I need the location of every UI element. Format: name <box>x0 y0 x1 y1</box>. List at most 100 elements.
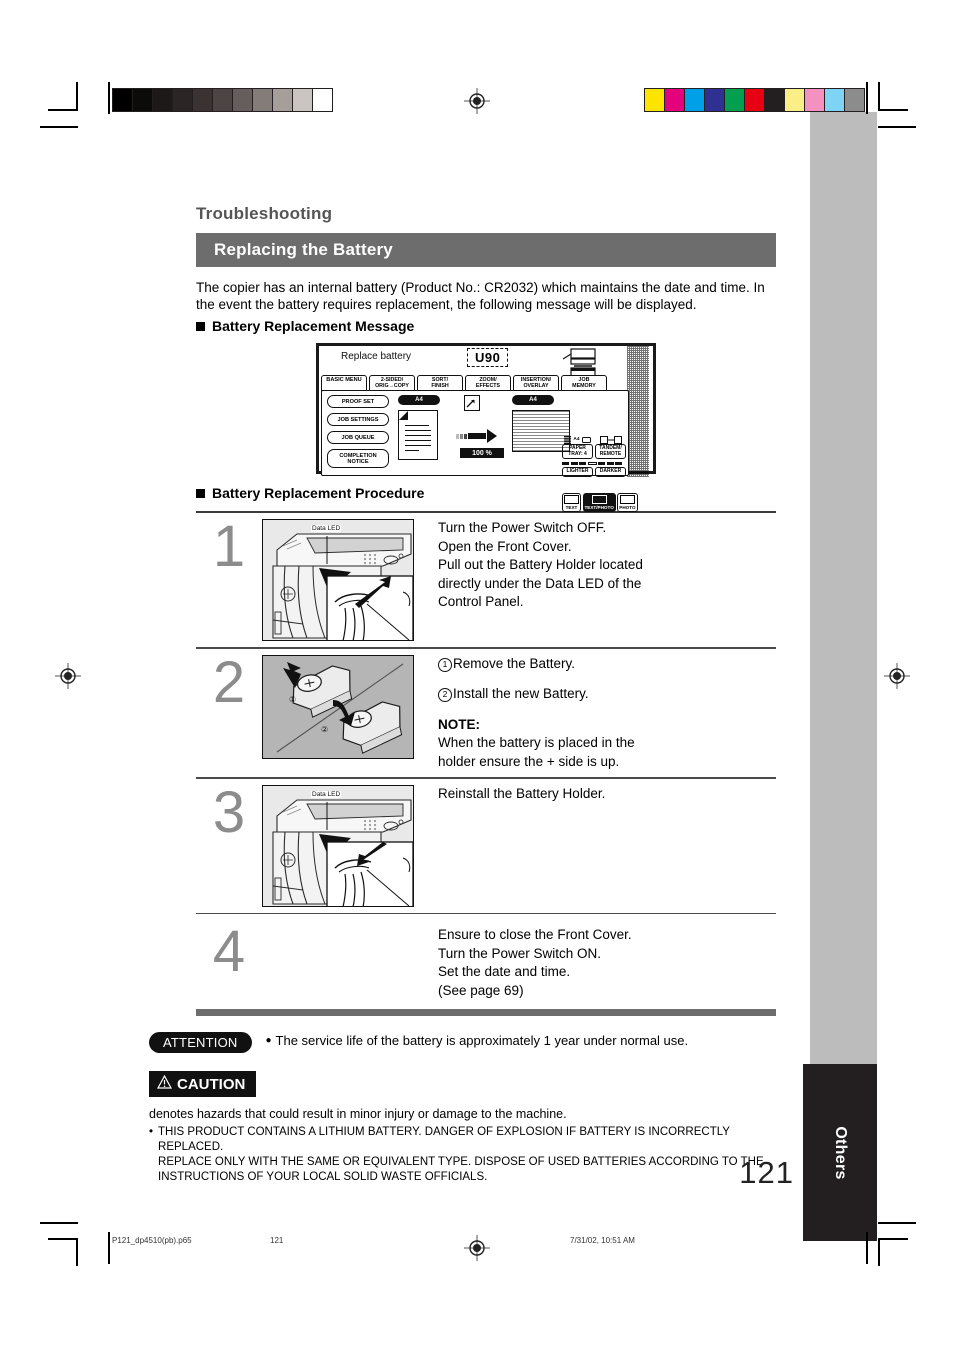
step-instructions: Turn the Power Switch OFF. Open the Fron… <box>416 519 776 612</box>
zoom-arrow-group: 100 % <box>456 429 512 458</box>
lcd-tab-4[interactable]: INSERTION/ OVERLAY <box>513 375 559 392</box>
grayscale-swatch <box>113 89 133 111</box>
step-item-2-text: Install the new Battery. <box>453 686 589 702</box>
density-track[interactable] <box>562 462 626 465</box>
rotation-icon <box>464 395 480 411</box>
lcd-tab-0[interactable]: BASIC MENU <box>321 375 367 392</box>
intro-paragraph: The copier has an internal battery (Prod… <box>196 280 765 312</box>
step-line: Turn the Power Switch ON. <box>438 945 602 961</box>
crop-mark-tl-corner-h <box>48 109 78 111</box>
section-gray-band <box>810 112 877 1142</box>
figure-label-data-led: Data LED <box>311 525 342 532</box>
lcd-tab-2[interactable]: SORT/ FINISH <box>417 375 463 392</box>
section-tab-others: Others <box>803 1064 877 1241</box>
darker-button[interactable]: DARKER <box>595 467 626 477</box>
zoom-ratio-pill[interactable]: 100 % <box>460 448 504 458</box>
lighter-button[interactable]: LIGHTER <box>562 467 593 477</box>
paper-tray-button[interactable]: PAPER TRAY: 4 <box>562 444 593 459</box>
lighter-label: LIGHTER <box>566 468 589 474</box>
grayscale-swatch <box>213 89 233 111</box>
step-line: Open the Front Cover. <box>438 538 572 554</box>
section-tab-label: Others <box>832 1125 849 1180</box>
mode-glyph-icon <box>564 494 579 504</box>
lcd-mode-button-1[interactable]: TEXT/PHOTO <box>582 492 616 512</box>
grayscale-swatch <box>153 89 173 111</box>
lcd-tab-bar[interactable]: BASIC MENU 2-SIDED/ ORIG→COPY SORT/ FINISH… <box>321 375 607 392</box>
color-swatch <box>765 89 785 111</box>
procedure-step: 1 Data LED Turn the Power Switch OFF. Op… <box>196 513 776 647</box>
step-item-1: 1 Remove the Battery. <box>438 655 776 674</box>
step-item-2: 2 Install the new Battery. <box>438 685 776 704</box>
lcd-status-message: Replace battery <box>341 351 412 362</box>
machine-illustration: Data LED <box>262 784 414 907</box>
procedure-table: 1 Data LED Turn the Power Switch OFF. Op… <box>196 511 776 1017</box>
lcd-tab-5[interactable]: JOB MEMORY <box>561 375 607 392</box>
crop-mark-tl-bleed-h <box>40 126 78 128</box>
color-swatch <box>665 89 685 111</box>
lcd-tab-3[interactable]: ZOOM/ EFFECTS <box>465 375 511 392</box>
lcd-mode-row[interactable]: TEXT TEXT/PHOTO PHOTO <box>562 492 638 512</box>
step-line: Set the date and time. <box>438 964 571 980</box>
machine-illustration: Data LED <box>262 519 414 641</box>
lcd-tab-1[interactable]: 2-SIDED/ ORIG→COPY <box>369 375 415 392</box>
grayscale-swatch <box>313 89 332 111</box>
darker-label: DARKER <box>599 468 622 474</box>
step-number: 2 <box>212 649 246 715</box>
mode-label: PHOTO <box>619 504 636 510</box>
lcd-mode-button-2[interactable]: PHOTO <box>617 492 638 512</box>
step-number: 1 <box>212 514 246 579</box>
crop-mark-tl-v <box>108 82 110 114</box>
bullet-square-icon <box>196 488 205 498</box>
mode-glyph-icon <box>591 494 607 504</box>
color-swatch <box>725 89 745 111</box>
lcd-left-button-2[interactable]: JOB QUEUE <box>327 431 389 444</box>
tray-stack-icon <box>564 435 572 444</box>
original-size-pill[interactable]: A4 <box>398 395 440 405</box>
lcd-original-group: A4 <box>398 395 440 460</box>
lcd-left-button-1[interactable]: JOB SETTINGS <box>327 413 389 426</box>
note-line: holder ensure the + side is up. <box>438 753 620 769</box>
lcd-right-panel: A4 PAPER TRAY: 4 TANDEM/ REMOTE LIGHTER … <box>562 435 638 519</box>
grayscale-swatch <box>253 89 273 111</box>
grayscale-swatch <box>173 89 193 111</box>
crop-mark-bl-bleed-h <box>40 1222 78 1224</box>
footer-page: 121 <box>270 1236 284 1245</box>
registration-mark-right <box>884 663 910 689</box>
step-line: Pull out the Battery Holder located <box>438 557 643 572</box>
step-line: Reinstall the Battery Holder. <box>438 785 606 801</box>
page-content: Troubleshooting Replacing the Battery Th… <box>149 204 776 1185</box>
lcd-mode-button-0[interactable]: TEXT <box>562 492 581 512</box>
mode-label: TEXT <box>565 504 578 510</box>
attention-text: The service life of the battery is appro… <box>275 1033 689 1049</box>
lcd-left-button-0[interactable]: PROOF SET <box>327 395 389 408</box>
note-line: When the battery is placed in the <box>438 735 635 751</box>
callout-circle-1: 1 <box>438 657 452 672</box>
procedure-step: 4 Ensure to close the Front Cover. Turn … <box>196 914 776 1006</box>
step-instructions: Ensure to close the Front Cover. Turn th… <box>416 920 776 1000</box>
print-footer: P121_dp4510(pb).p65 121 7/31/02, 10:51 A… <box>0 1232 954 1256</box>
step-figure: ① ② <box>262 654 416 759</box>
lcd-left-button-3[interactable]: COMPLETION NOTICE <box>327 449 389 468</box>
battery-illustration: ① ② <box>262 654 414 759</box>
color-swatch <box>825 89 845 111</box>
output-size-pill[interactable]: A4 <box>512 395 554 405</box>
caution-badge: CAUTION <box>149 1071 257 1098</box>
svg-text:②: ② <box>321 725 328 734</box>
page-number: 121 <box>739 1155 794 1190</box>
subhead-label: Battery Replacement Procedure <box>212 485 425 501</box>
crop-mark-tr-corner-v <box>878 82 880 110</box>
mode-glyph-icon <box>619 494 635 504</box>
lcd-main-area: PROOF SET JOB SETTINGS JOB QUEUE COMPLETION… <box>321 390 638 512</box>
color-swatch <box>845 89 864 111</box>
section-divider-bar <box>196 1009 776 1017</box>
figure-label-data-led: Data LED <box>311 790 342 798</box>
tandem-remote-button[interactable]: TANDEM/ REMOTE <box>595 444 626 459</box>
step-line: Ensure to close the Front Cover. <box>438 927 632 943</box>
footer-filename: P121_dp4510(pb).p65 <box>112 1236 192 1245</box>
color-calibration-bar <box>644 88 865 112</box>
grayscale-swatch <box>133 89 153 111</box>
footer-timestamp: 7/31/02, 10:51 AM <box>570 1236 635 1245</box>
step-item-1-text: Remove the Battery. <box>453 655 576 671</box>
lcd-left-button-column[interactable]: PROOF SET JOB SETTINGS JOB QUEUE COMPLETION… <box>327 395 389 468</box>
grayscale-swatch <box>293 89 313 111</box>
